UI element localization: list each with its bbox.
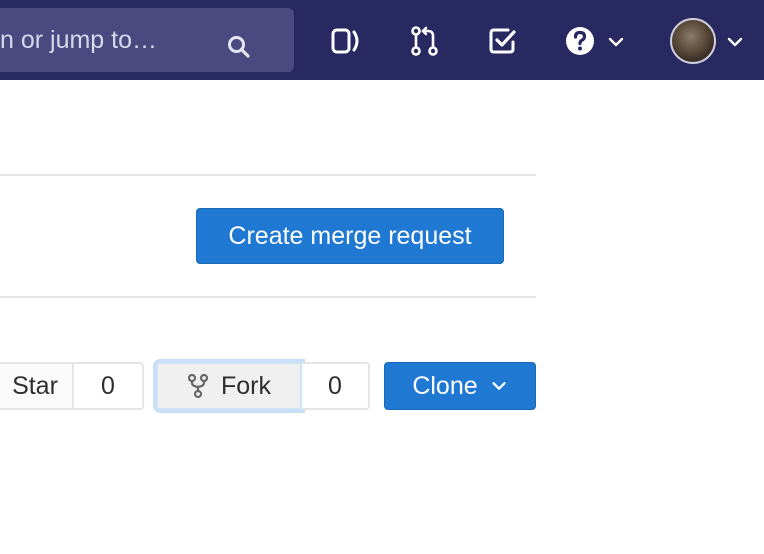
merge-requests-icon[interactable] — [408, 24, 442, 58]
create-merge-request-button[interactable]: Create merge request — [196, 208, 504, 264]
todos-icon[interactable] — [486, 24, 520, 58]
avatar[interactable] — [670, 18, 716, 64]
fork-count-value: 0 — [328, 371, 342, 400]
star-button-group: Star 0 — [0, 362, 144, 410]
divider — [0, 174, 536, 176]
fork-icon — [187, 373, 209, 399]
chevron-down-icon[interactable] — [606, 32, 626, 52]
star-count-value: 0 — [101, 371, 115, 400]
fork-count[interactable]: 0 — [302, 362, 370, 410]
create-merge-request-label: Create merge request — [228, 221, 472, 250]
help-icon[interactable] — [564, 24, 598, 58]
search-input[interactable]: n or jump to… — [0, 8, 157, 72]
search-icon[interactable] — [226, 34, 252, 60]
chevron-down-icon[interactable] — [725, 32, 745, 52]
divider — [0, 296, 536, 298]
star-button[interactable]: Star — [0, 362, 74, 410]
star-count[interactable]: 0 — [74, 362, 144, 410]
fork-label: Fork — [221, 371, 271, 400]
clone-label: Clone — [412, 371, 478, 400]
top-navbar: n or jump to… — [0, 0, 764, 80]
clone-button[interactable]: Clone — [384, 362, 536, 410]
search-box[interactable]: n or jump to… — [0, 8, 294, 72]
fork-button[interactable]: Fork — [156, 362, 302, 410]
star-label: Star — [12, 371, 58, 400]
fork-button-group: Fork 0 — [156, 362, 370, 410]
sidebar-toggle-icon[interactable] — [330, 24, 364, 58]
chevron-down-icon — [492, 382, 506, 390]
